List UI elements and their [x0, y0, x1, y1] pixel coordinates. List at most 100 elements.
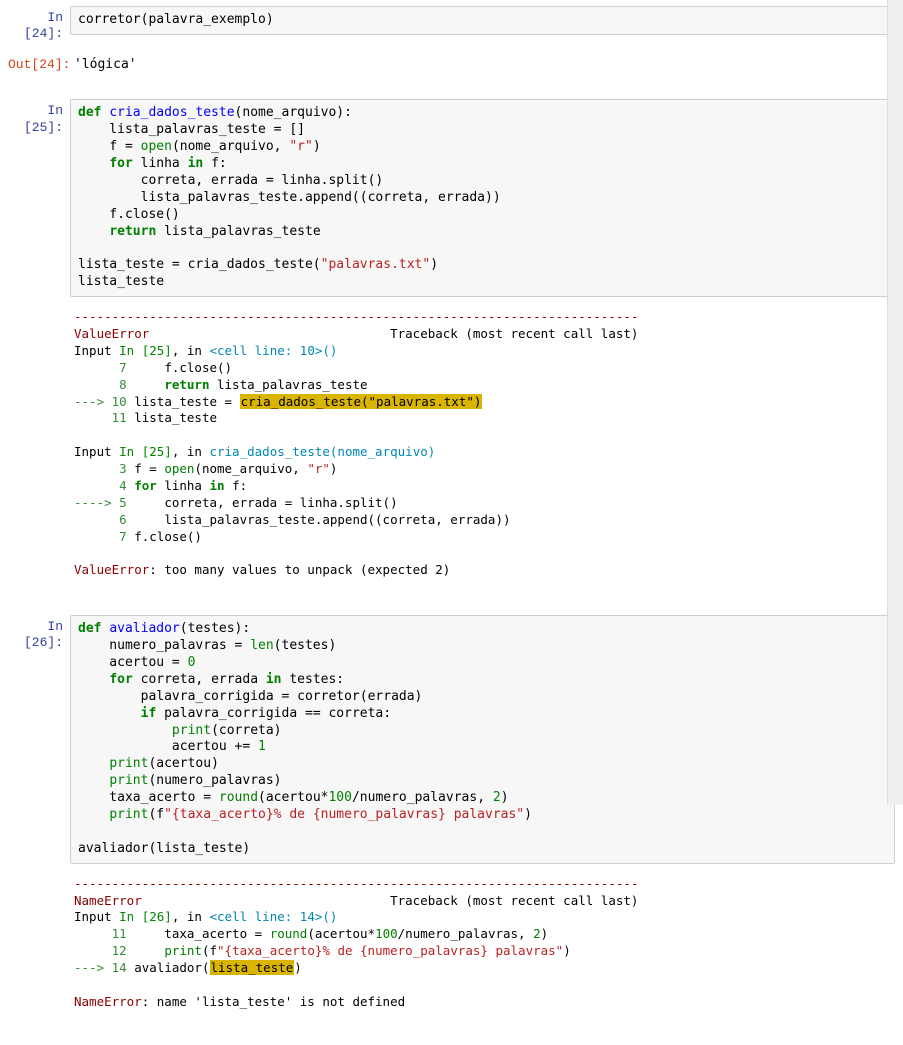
code-text [78, 723, 172, 738]
tb-error-name: ValueError [74, 562, 149, 577]
tb-text: Input [74, 444, 119, 459]
tb-link[interactable]: cria_dados_teste [209, 444, 329, 459]
tb-separator: ----------------------------------------… [74, 876, 638, 891]
cell-24-code-area[interactable]: corretor(palavra_exemplo) [70, 6, 895, 47]
code-text [78, 756, 109, 771]
tb-text [127, 377, 165, 392]
string-literal: "palavras.txt" [321, 257, 431, 272]
scrollbar-track[interactable] [887, 0, 903, 805]
code-box-26[interactable]: def avaliador(testes): numero_palavras =… [70, 615, 895, 863]
tb-error-name: ValueError [74, 326, 149, 341]
code-text: (f [148, 807, 164, 822]
code-text: (nome_arquivo, [172, 139, 289, 154]
code-text [78, 224, 109, 239]
tb-header: Traceback (most recent call last) [142, 893, 639, 908]
tb-text: () [322, 343, 337, 358]
code-text: (correta) [211, 723, 281, 738]
tb-text: avaliador( [127, 960, 210, 975]
code-text: (numero_palavras) [148, 773, 281, 788]
builtin-open: open [164, 461, 194, 476]
traceback-26: ----------------------------------------… [70, 874, 895, 1019]
code-text: f = [78, 139, 141, 154]
traceback-25: ----------------------------------------… [70, 307, 895, 587]
tb-text: lista_palavras_teste [209, 377, 367, 392]
tb-text: ) [563, 943, 571, 958]
tb-text: f = [127, 461, 165, 476]
num-literal: 1 [258, 739, 266, 754]
empty-prompt [8, 303, 70, 587]
tb-lineno: 4 [74, 478, 127, 493]
cell-24-output: Out[24]: 'lógica' [8, 53, 895, 78]
code-text: (nome_arquivo): [235, 105, 352, 120]
code-text: correta, errada = linha.split() [78, 173, 383, 188]
num-literal: 100 [375, 926, 398, 941]
tb-cell-ref: In [25] [119, 444, 172, 459]
cell-26-code-area[interactable]: def avaliador(testes): numero_palavras =… [70, 615, 895, 863]
empty-prompt [8, 870, 70, 1019]
num-literal: 2 [493, 790, 501, 805]
tb-link[interactable]: <cell line: 14> [209, 909, 322, 924]
code-text: ) [313, 139, 321, 154]
kw-for: for [109, 156, 132, 171]
tb-text: correta, errada = linha.split() [127, 495, 398, 510]
code-text: (testes): [180, 621, 250, 636]
code-text: numero_palavras = [78, 638, 250, 653]
tb-text: linha [157, 478, 210, 493]
out-prompt-24: Out[24]: [8, 53, 70, 78]
tb-arrow: ---> [74, 394, 112, 409]
tb-highlight-call: lista_teste [210, 960, 295, 975]
builtin-print: print [164, 943, 202, 958]
code-text [78, 672, 109, 687]
kw-in: in [266, 672, 282, 687]
tb-text: lista_palavras_teste.append((correta, er… [127, 512, 511, 527]
code-text: lista_palavras_teste [156, 224, 320, 239]
code-text: palavra_corrigida = corretor(errada) [78, 689, 422, 704]
tb-arrow: ----> [74, 495, 119, 510]
kw-return: return [164, 377, 209, 392]
tb-text: ) [330, 461, 338, 476]
code-text: lista_teste = cria_dados_teste( [78, 257, 321, 272]
string-literal: "r" [307, 461, 330, 476]
code-text: f.close() [78, 207, 180, 222]
in-prompt-25: In [25]: [8, 99, 70, 297]
string-literal: "r" [289, 139, 312, 154]
tb-lineno: 8 [74, 377, 127, 392]
tb-text: (f [202, 943, 217, 958]
code-text: linha [133, 156, 188, 171]
in-prompt-24: In [24]: [8, 6, 70, 47]
code-text: lista_teste [78, 274, 164, 289]
string-literal: "{taxa_acerto}% de {numero_palavras} pal… [217, 943, 563, 958]
tb-lineno: 7 [74, 529, 127, 544]
code-box-25[interactable]: def cria_dados_teste(nome_arquivo): list… [70, 99, 895, 297]
in-prompt-26: In [26]: [8, 615, 70, 863]
tb-arrow: ---> [74, 960, 112, 975]
code-text: ) [501, 790, 509, 805]
code-text: (acertou* [258, 790, 328, 805]
code-text: (acertou) [148, 756, 218, 771]
tb-text: /numero_palavras, [398, 926, 533, 941]
kw-return: return [109, 224, 156, 239]
tb-cell-ref: In [26] [119, 909, 172, 924]
code-text [78, 706, 141, 721]
builtin-round: round [270, 926, 308, 941]
code-text: lista_palavras_teste.append((correta, er… [78, 190, 501, 205]
code-text: acertou = [78, 655, 188, 670]
tb-highlight-call: cria_dados_teste("palavras.txt") [240, 394, 483, 409]
builtin-print: print [109, 773, 148, 788]
cell-25-code-area[interactable]: def cria_dados_teste(nome_arquivo): list… [70, 99, 895, 297]
code-text: corretor(palavra_exemplo) [78, 12, 274, 27]
kw-if: if [141, 706, 157, 721]
cell-24-input: In [24]: corretor(palavra_exemplo) [8, 6, 895, 47]
tb-lineno: 11 [74, 410, 127, 425]
kw-in: in [188, 156, 204, 171]
tb-text: lista_teste = [127, 394, 240, 409]
code-box-24[interactable]: corretor(palavra_exemplo) [70, 6, 895, 35]
kw-def: def [78, 621, 109, 636]
code-text: palavra_corrigida == correta: [156, 706, 391, 721]
tb-text: (acertou* [307, 926, 375, 941]
builtin-print: print [172, 723, 211, 738]
num-literal: 100 [328, 790, 351, 805]
tb-link[interactable]: <cell line: 10> [209, 343, 322, 358]
tb-error-msg: : name 'lista_teste' is not defined [142, 994, 405, 1009]
tb-text: Input [74, 343, 119, 358]
